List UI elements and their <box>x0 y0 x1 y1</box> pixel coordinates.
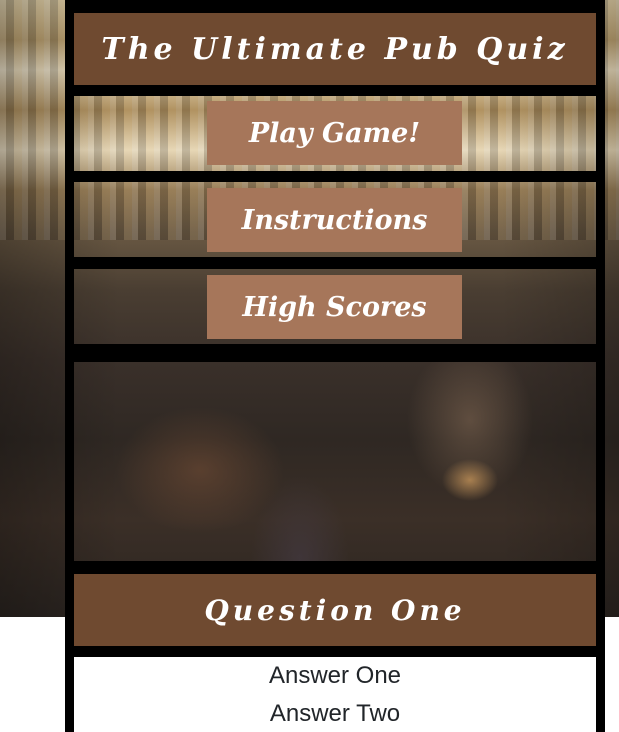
frame-divider <box>65 257 605 269</box>
question-banner: Question One <box>74 574 596 646</box>
quiz-page: The Ultimate Pub Quiz Play Game! Instruc… <box>0 0 619 732</box>
page-title: The Ultimate Pub Quiz <box>101 31 569 67</box>
frame-divider <box>65 171 605 182</box>
frame-divider <box>65 561 605 574</box>
question-title: Question One <box>204 593 466 627</box>
answer-option[interactable]: Answer Two <box>74 695 596 732</box>
frame-divider <box>65 344 605 362</box>
play-game-button[interactable]: Play Game! <box>207 101 462 165</box>
title-banner: The Ultimate Pub Quiz <box>74 13 596 85</box>
instructions-button[interactable]: Instructions <box>207 188 462 252</box>
high-scores-button[interactable]: High Scores <box>207 275 462 339</box>
frame-divider <box>65 85 605 96</box>
frame-divider <box>65 0 605 13</box>
answer-list: Answer One Answer Two <box>74 657 596 732</box>
frame-divider <box>65 646 605 657</box>
answer-option[interactable]: Answer One <box>74 657 596 695</box>
